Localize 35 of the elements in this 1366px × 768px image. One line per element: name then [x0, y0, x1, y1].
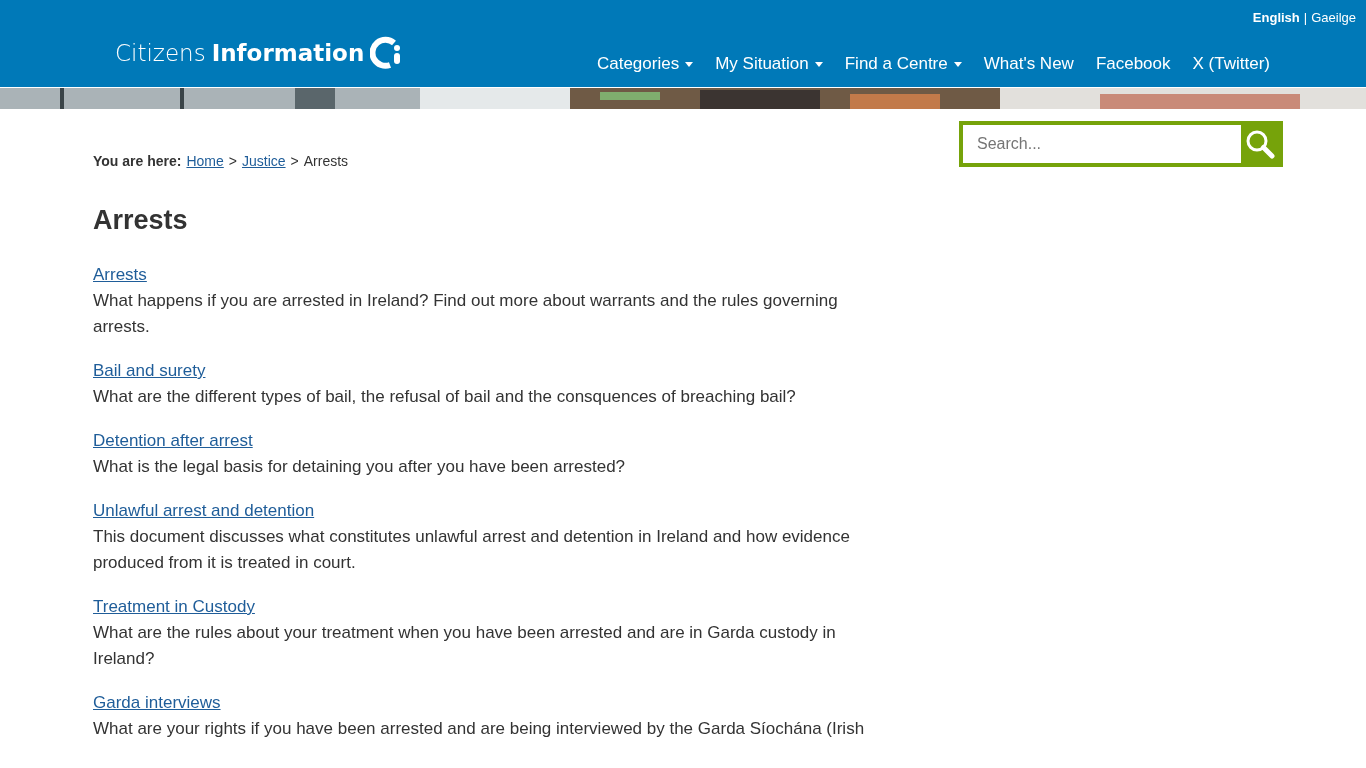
article-link[interactable]: Bail and surety — [93, 358, 206, 384]
search-icon — [1245, 129, 1275, 159]
nav-link[interactable]: My Situation — [715, 54, 823, 74]
caret-icon — [953, 61, 962, 67]
nav-link[interactable]: Categories — [596, 54, 694, 74]
logo-text: Citizens — [115, 40, 206, 66]
article-link[interactable]: Garda interviews — [93, 690, 221, 716]
breadcrumb-current: Arrests — [303, 153, 349, 169]
article-link[interactable]: Detention after arrest — [93, 428, 253, 454]
article-link[interactable]: Treatment in Custody — [93, 594, 255, 620]
language-separator: | — [1303, 10, 1308, 25]
article-summary: What happens if you are arrested in Ireland? Find out more about warrants and the rules governing arrests. — [93, 290, 839, 338]
article-link[interactable]: Arrests — [93, 262, 147, 288]
page-title: Arrests — [93, 205, 189, 236]
logo-text: Information — [211, 40, 365, 66]
breadcrumb-link[interactable]: Home — [186, 153, 224, 169]
language-link[interactable]: English — [1252, 10, 1300, 25]
caret-icon — [685, 61, 694, 67]
breadcrumb-separator: > — [290, 153, 299, 169]
nav-link[interactable]: What's New — [983, 54, 1074, 74]
article-summary: What is the legal basis for detaining you after you have been arrested? — [93, 456, 627, 478]
language-link[interactable]: Gaeilge — [1311, 10, 1356, 25]
nav-link[interactable]: X (Twitter) — [1192, 54, 1270, 74]
article-summary: What are the rules about your treatment when you have been arrested and are in Garda custody in Ireland? — [93, 622, 837, 670]
breadcrumb-link[interactable]: Justice — [242, 153, 286, 169]
caret-icon — [814, 61, 823, 67]
breadcrumb-separator: > — [228, 153, 237, 169]
nav-link[interactable]: Facebook — [1095, 54, 1171, 74]
breadcrumb-label: You are here: — [93, 153, 182, 169]
article-summary: What are your rights if you have been arrested and are being interviewed by the Garda Síochána (Irish — [93, 718, 866, 740]
nav-link[interactable]: Find a Centre — [844, 54, 962, 74]
article-summary: This document discusses what constitutes unlawful arrest and detention in Ireland and how evidence produced from it is treated in court. — [93, 526, 851, 574]
article-summary: What are the different types of bail, the refusal of bail and the consquences of breaching bail? — [93, 386, 797, 408]
article-link[interactable]: Unlawful arrest and detention — [93, 498, 315, 524]
search-field[interactable]: Search... — [959, 121, 1283, 167]
